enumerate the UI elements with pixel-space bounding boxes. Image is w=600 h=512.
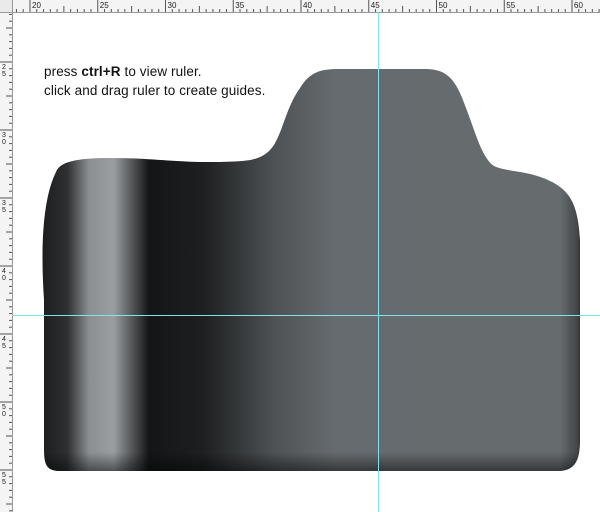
ruler-label: 45 [371,1,380,10]
instruction-prefix: press [44,64,82,79]
horizontal-ruler-ticks: 20 25 30 35 40 45 50 55 60 [15,0,600,12]
ruler-label: 5 [2,472,6,479]
ruler-label: 3 [2,200,6,207]
ruler-label: 40 [303,1,312,10]
document-canvas[interactable]: 20 25 30 35 40 45 50 55 60 25303540455055 press … [0,0,600,512]
vertical-guide[interactable] [378,12,379,512]
ruler-label: 20 [32,1,41,10]
ruler-label: 5 [2,71,6,78]
ruler-label: 35 [235,1,244,10]
ruler-label: 25 [100,1,109,10]
ruler-label: 55 [506,1,515,10]
ruler-label: 50 [439,1,448,10]
ruler-label: 0 [2,139,6,146]
vertical-ruler-ticks: 25303540455055 [0,13,12,512]
ruler-label: 5 [2,343,6,350]
instruction-suffix: to view ruler. [120,64,202,79]
ruler-origin-corner[interactable] [0,0,13,13]
ruler-label: 5 [2,404,6,411]
ruler-label: 30 [168,1,177,10]
horizontal-ruler[interactable]: 20 25 30 35 40 45 50 55 60 [0,0,600,13]
ruler-label: 60 [574,1,583,10]
ruler-label: 4 [2,268,6,275]
ruler-label: 5 [2,479,6,486]
ruler-label: 0 [2,411,6,418]
ruler-label: 4 [2,336,6,343]
instruction-ruler-shortcut: press ctrl+R to view ruler. [44,64,202,79]
instruction-create-guides: click and drag ruler to create guides. [44,83,266,98]
vertical-ruler[interactable]: 25303540455055 [0,0,13,512]
ruler-label: 2 [2,64,6,71]
ruler-label: 5 [2,207,6,214]
keyboard-shortcut: ctrl+R [81,64,121,79]
horizontal-guide[interactable] [12,315,600,316]
ruler-label: 3 [2,132,6,139]
ruler-label: 0 [2,275,6,282]
